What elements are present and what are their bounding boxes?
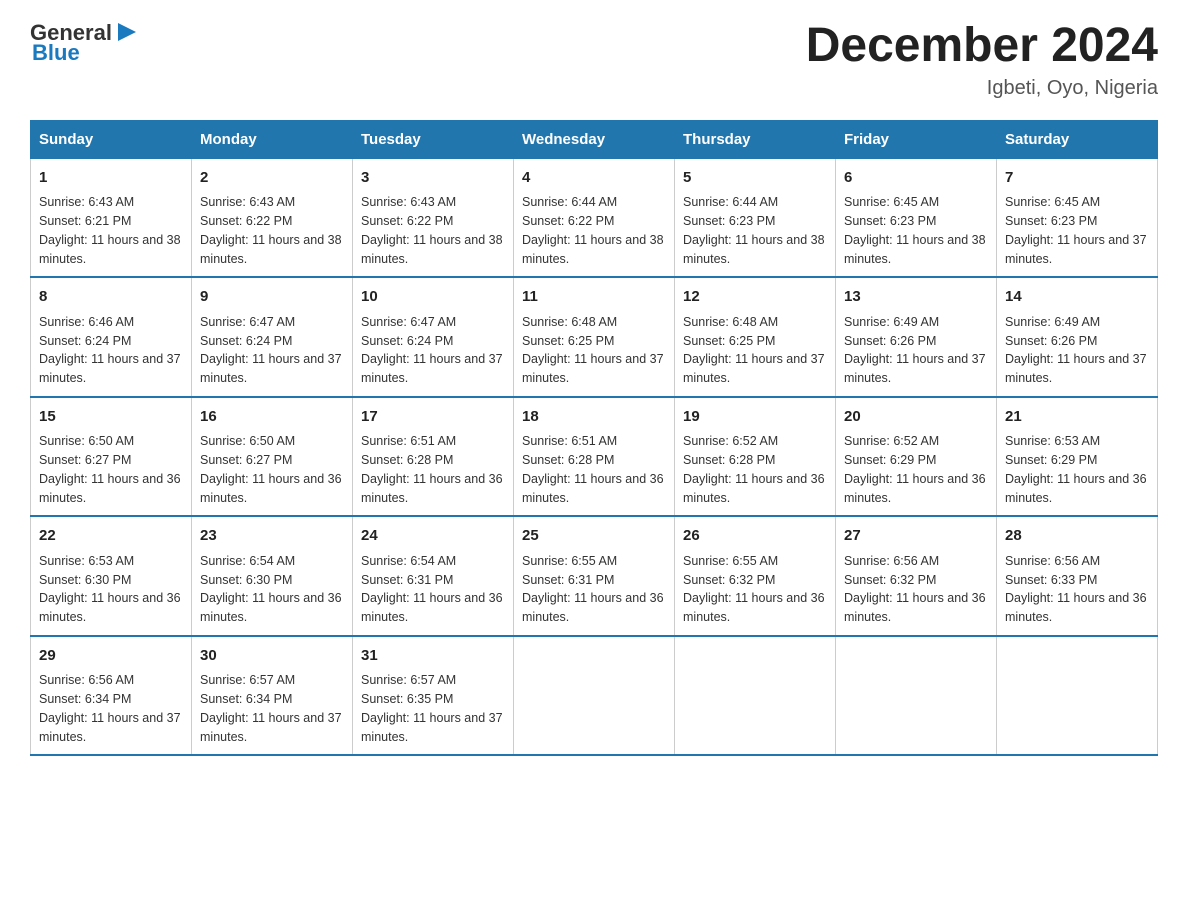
calendar-cell <box>675 636 836 756</box>
calendar-cell: 25Sunrise: 6:55 AMSunset: 6:31 PMDayligh… <box>514 516 675 636</box>
calendar-cell: 11Sunrise: 6:48 AMSunset: 6:25 PMDayligh… <box>514 277 675 397</box>
calendar-cell: 24Sunrise: 6:54 AMSunset: 6:31 PMDayligh… <box>353 516 514 636</box>
header-tuesday: Tuesday <box>353 120 514 158</box>
day-number: 27 <box>844 525 988 548</box>
calendar-cell: 13Sunrise: 6:49 AMSunset: 6:26 PMDayligh… <box>836 277 997 397</box>
day-number: 25 <box>522 525 666 548</box>
header-thursday: Thursday <box>675 120 836 158</box>
calendar-cell: 22Sunrise: 6:53 AMSunset: 6:30 PMDayligh… <box>31 516 192 636</box>
calendar-cell: 31Sunrise: 6:57 AMSunset: 6:35 PMDayligh… <box>353 636 514 756</box>
day-number: 24 <box>361 525 505 548</box>
day-number: 26 <box>683 525 827 548</box>
day-number: 23 <box>200 525 344 548</box>
day-number: 22 <box>39 525 183 548</box>
day-number: 8 <box>39 286 183 309</box>
header-monday: Monday <box>192 120 353 158</box>
logo-arrow-icon <box>114 19 140 45</box>
logo-blue-text: Blue <box>32 40 80 66</box>
day-number: 11 <box>522 286 666 309</box>
page-header: General Blue December 2024 Igbeti, Oyo, … <box>30 20 1158 100</box>
calendar-week-row: 22Sunrise: 6:53 AMSunset: 6:30 PMDayligh… <box>31 516 1158 636</box>
day-number: 15 <box>39 406 183 429</box>
calendar-cell: 4Sunrise: 6:44 AMSunset: 6:22 PMDaylight… <box>514 158 675 277</box>
calendar-cell: 23Sunrise: 6:54 AMSunset: 6:30 PMDayligh… <box>192 516 353 636</box>
calendar-week-row: 15Sunrise: 6:50 AMSunset: 6:27 PMDayligh… <box>31 397 1158 517</box>
calendar-cell <box>997 636 1158 756</box>
calendar-cell: 9Sunrise: 6:47 AMSunset: 6:24 PMDaylight… <box>192 277 353 397</box>
calendar-cell: 26Sunrise: 6:55 AMSunset: 6:32 PMDayligh… <box>675 516 836 636</box>
calendar-cell: 17Sunrise: 6:51 AMSunset: 6:28 PMDayligh… <box>353 397 514 517</box>
calendar-cell: 7Sunrise: 6:45 AMSunset: 6:23 PMDaylight… <box>997 158 1158 277</box>
calendar-cell: 20Sunrise: 6:52 AMSunset: 6:29 PMDayligh… <box>836 397 997 517</box>
title-section: December 2024 Igbeti, Oyo, Nigeria <box>806 20 1158 100</box>
calendar-cell: 5Sunrise: 6:44 AMSunset: 6:23 PMDaylight… <box>675 158 836 277</box>
calendar-cell: 21Sunrise: 6:53 AMSunset: 6:29 PMDayligh… <box>997 397 1158 517</box>
calendar-cell: 10Sunrise: 6:47 AMSunset: 6:24 PMDayligh… <box>353 277 514 397</box>
day-number: 14 <box>1005 286 1149 309</box>
day-number: 3 <box>361 167 505 190</box>
day-number: 28 <box>1005 525 1149 548</box>
header-sunday: Sunday <box>31 120 192 158</box>
day-number: 30 <box>200 645 344 668</box>
calendar-cell: 3Sunrise: 6:43 AMSunset: 6:22 PMDaylight… <box>353 158 514 277</box>
calendar-cell: 6Sunrise: 6:45 AMSunset: 6:23 PMDaylight… <box>836 158 997 277</box>
day-number: 20 <box>844 406 988 429</box>
day-number: 10 <box>361 286 505 309</box>
day-number: 17 <box>361 406 505 429</box>
calendar-cell: 14Sunrise: 6:49 AMSunset: 6:26 PMDayligh… <box>997 277 1158 397</box>
location-label: Igbeti, Oyo, Nigeria <box>806 77 1158 100</box>
day-number: 6 <box>844 167 988 190</box>
calendar-cell: 19Sunrise: 6:52 AMSunset: 6:28 PMDayligh… <box>675 397 836 517</box>
calendar-cell: 27Sunrise: 6:56 AMSunset: 6:32 PMDayligh… <box>836 516 997 636</box>
calendar-header-row: SundayMondayTuesdayWednesdayThursdayFrid… <box>31 120 1158 158</box>
day-number: 7 <box>1005 167 1149 190</box>
day-number: 16 <box>200 406 344 429</box>
calendar-table: SundayMondayTuesdayWednesdayThursdayFrid… <box>30 120 1158 757</box>
calendar-week-row: 1Sunrise: 6:43 AMSunset: 6:21 PMDaylight… <box>31 158 1158 277</box>
day-number: 29 <box>39 645 183 668</box>
calendar-cell <box>514 636 675 756</box>
calendar-cell: 30Sunrise: 6:57 AMSunset: 6:34 PMDayligh… <box>192 636 353 756</box>
header-saturday: Saturday <box>997 120 1158 158</box>
logo: General Blue <box>30 20 140 66</box>
day-number: 18 <box>522 406 666 429</box>
day-number: 13 <box>844 286 988 309</box>
calendar-cell: 16Sunrise: 6:50 AMSunset: 6:27 PMDayligh… <box>192 397 353 517</box>
month-title: December 2024 <box>806 20 1158 73</box>
day-number: 31 <box>361 645 505 668</box>
day-number: 19 <box>683 406 827 429</box>
calendar-cell: 29Sunrise: 6:56 AMSunset: 6:34 PMDayligh… <box>31 636 192 756</box>
day-number: 2 <box>200 167 344 190</box>
calendar-week-row: 29Sunrise: 6:56 AMSunset: 6:34 PMDayligh… <box>31 636 1158 756</box>
day-number: 21 <box>1005 406 1149 429</box>
day-number: 1 <box>39 167 183 190</box>
calendar-cell: 2Sunrise: 6:43 AMSunset: 6:22 PMDaylight… <box>192 158 353 277</box>
calendar-cell: 1Sunrise: 6:43 AMSunset: 6:21 PMDaylight… <box>31 158 192 277</box>
calendar-week-row: 8Sunrise: 6:46 AMSunset: 6:24 PMDaylight… <box>31 277 1158 397</box>
calendar-cell: 15Sunrise: 6:50 AMSunset: 6:27 PMDayligh… <box>31 397 192 517</box>
header-wednesday: Wednesday <box>514 120 675 158</box>
calendar-cell <box>836 636 997 756</box>
calendar-cell: 18Sunrise: 6:51 AMSunset: 6:28 PMDayligh… <box>514 397 675 517</box>
calendar-cell: 12Sunrise: 6:48 AMSunset: 6:25 PMDayligh… <box>675 277 836 397</box>
calendar-cell: 28Sunrise: 6:56 AMSunset: 6:33 PMDayligh… <box>997 516 1158 636</box>
day-number: 9 <box>200 286 344 309</box>
day-number: 12 <box>683 286 827 309</box>
day-number: 4 <box>522 167 666 190</box>
calendar-cell: 8Sunrise: 6:46 AMSunset: 6:24 PMDaylight… <box>31 277 192 397</box>
header-friday: Friday <box>836 120 997 158</box>
day-number: 5 <box>683 167 827 190</box>
